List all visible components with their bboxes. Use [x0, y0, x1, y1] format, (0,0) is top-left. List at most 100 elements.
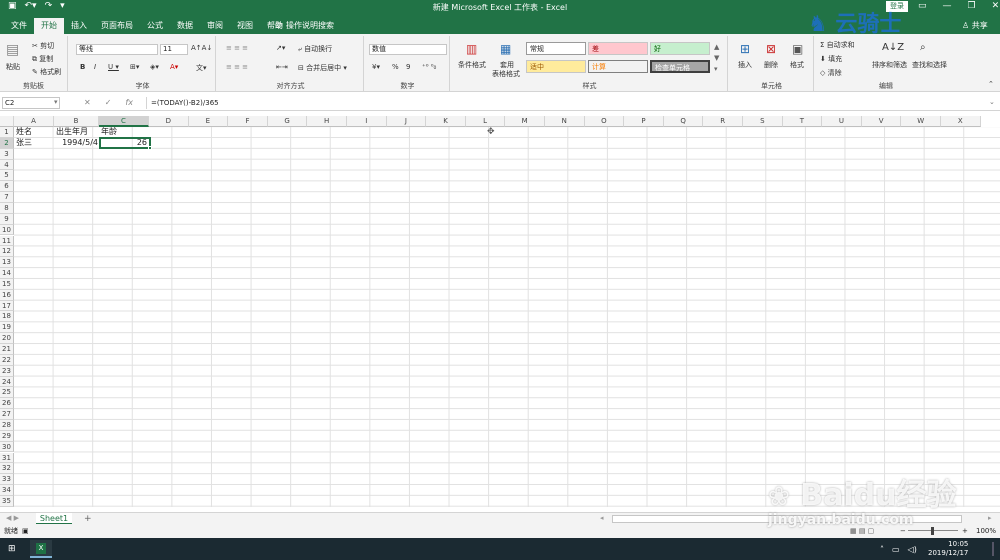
share-button[interactable]: ♙ 共享	[962, 20, 988, 31]
cancel-icon[interactable]: ✕	[84, 98, 91, 107]
row-header-11[interactable]: 11	[0, 235, 14, 247]
column-header-U[interactable]: U	[822, 116, 862, 127]
bold-button[interactable]: B	[80, 63, 85, 71]
format-cells-icon[interactable]: ▣	[792, 42, 803, 56]
align-top-icon[interactable]: ≡ ≡ ≡	[226, 44, 248, 52]
row-header-3[interactable]: 3	[0, 148, 14, 160]
cell-B1[interactable]: 出生年月	[56, 127, 100, 138]
row-header-19[interactable]: 19	[0, 322, 14, 334]
row-header-15[interactable]: 15	[0, 278, 14, 290]
conditional-format-button[interactable]: 条件格式	[458, 60, 486, 70]
zoom-level[interactable]: 100%	[976, 524, 996, 538]
show-desktop-button[interactable]	[992, 542, 994, 556]
copy-button[interactable]: ⧉ 复制	[32, 54, 53, 64]
column-header-S[interactable]: S	[743, 116, 783, 127]
row-header-17[interactable]: 17	[0, 300, 14, 312]
tab-home[interactable]: 开始	[34, 18, 64, 34]
fill-handle[interactable]	[148, 146, 152, 150]
row-header-6[interactable]: 6	[0, 181, 14, 193]
fill-button[interactable]: ⬇ 填充	[820, 54, 842, 64]
row-header-20[interactable]: 20	[0, 333, 14, 344]
row-header-9[interactable]: 9	[0, 213, 14, 225]
windows-start-icon[interactable]: ⊞	[8, 544, 16, 554]
column-header-W[interactable]: W	[901, 116, 941, 127]
column-header-V[interactable]: V	[861, 116, 902, 127]
column-header-G[interactable]: G	[267, 116, 308, 127]
styles-gallery-scroll-icon[interactable]: ▲ ▼ ▾	[714, 42, 719, 75]
format-painter-button[interactable]: ✎ 格式刷	[32, 67, 61, 77]
column-header-P[interactable]: P	[624, 116, 664, 127]
underline-button[interactable]: U ▾	[108, 63, 119, 71]
row-header-34[interactable]: 34	[0, 485, 14, 496]
tray-up-icon[interactable]: ˄	[880, 545, 884, 554]
column-header-A[interactable]: A	[14, 116, 54, 127]
font-grow-icon[interactable]: A↑A↓	[191, 44, 212, 52]
row-header-13[interactable]: 13	[0, 257, 14, 269]
clear-button[interactable]: ◇ 清除	[820, 68, 842, 78]
border-icon[interactable]: ⊞▾	[130, 63, 139, 71]
insert-cells-icon[interactable]: ⊞	[740, 42, 750, 56]
column-header-K[interactable]: K	[426, 116, 466, 127]
row-header-8[interactable]: 8	[0, 202, 14, 214]
tab-data[interactable]: 数据	[170, 18, 200, 34]
decimal-icon[interactable]: ⁺⁰ ⁰₀	[422, 63, 436, 71]
minimize-icon[interactable]: —	[943, 1, 952, 11]
column-header-X[interactable]: X	[941, 116, 981, 127]
row-header-32[interactable]: 32	[0, 463, 14, 475]
indent-icon[interactable]: ⇤⇥	[276, 63, 288, 71]
row-header-29[interactable]: 29	[0, 430, 14, 442]
volume-icon[interactable]: ◁)	[908, 545, 917, 554]
format-table-icon[interactable]: ▦	[500, 42, 511, 56]
close-icon[interactable]: ✕	[992, 1, 1000, 11]
column-header-C[interactable]: C	[99, 116, 149, 127]
cell-A2[interactable]: 张三	[16, 138, 54, 149]
zoom-in-icon[interactable]: +	[962, 524, 968, 538]
style-bad[interactable]: 差	[588, 42, 648, 55]
sheet-nav-icon[interactable]: ◀ ▶	[6, 514, 19, 522]
sort-filter-icon[interactable]: A↓Z	[882, 42, 904, 53]
row-header-4[interactable]: 4	[0, 159, 14, 171]
row-header-21[interactable]: 21	[0, 344, 14, 355]
insert-function-icon[interactable]: fx	[125, 98, 133, 107]
column-header-L[interactable]: L	[465, 116, 506, 127]
align-left-icon[interactable]: ≡ ≡ ≡	[226, 63, 248, 71]
format-table-line2[interactable]: 表格格式	[492, 69, 520, 79]
row-header-12[interactable]: 12	[0, 246, 14, 258]
style-neutral[interactable]: 适中	[526, 60, 586, 73]
tab-file[interactable]: 文件	[4, 18, 34, 34]
worksheet-grid[interactable]: ABCDEFGHIJKLMNOPQRSTUVWX 1 2 3 4 5 6 7 8 9 10 11 12…	[0, 116, 1000, 511]
row-header-27[interactable]: 27	[0, 409, 14, 420]
find-select-icon[interactable]: ⌕	[920, 42, 926, 53]
style-calculation[interactable]: 计算	[588, 60, 648, 73]
tab-formulas[interactable]: 公式	[140, 18, 170, 34]
cell-C2[interactable]: 26	[99, 137, 151, 149]
column-header-B[interactable]: B	[54, 116, 99, 127]
add-sheet-button[interactable]: +	[84, 514, 92, 524]
sort-filter-button[interactable]: 排序和筛选	[872, 60, 907, 70]
row-header-28[interactable]: 28	[0, 419, 14, 431]
tab-page-layout[interactable]: 页面布局	[94, 18, 140, 34]
style-normal[interactable]: 常规	[526, 42, 586, 55]
name-box-dropdown-icon[interactable]: ▾	[54, 98, 58, 106]
column-header-H[interactable]: H	[307, 116, 347, 127]
delete-cells-button[interactable]: 删除	[764, 60, 778, 70]
tell-me-search[interactable]: ◎ 操作说明搜索	[275, 20, 334, 31]
tab-review[interactable]: 审阅	[200, 18, 230, 34]
font-color-icon[interactable]: A▾	[170, 63, 178, 71]
column-header-I[interactable]: I	[347, 116, 387, 127]
insert-cells-button[interactable]: 插入	[738, 60, 752, 70]
merge-center-button[interactable]: ⊟ 合并后居中 ▾	[298, 63, 347, 73]
column-header-J[interactable]: J	[386, 116, 427, 127]
wrap-text-button[interactable]: ⤶ 自动换行	[298, 44, 332, 54]
row-header-33[interactable]: 33	[0, 474, 14, 486]
autosum-button[interactable]: Σ 自动求和	[820, 40, 855, 50]
formula-input[interactable]: =(TODAY()-B2)/365	[146, 97, 991, 109]
delete-cells-icon[interactable]: ⊠	[766, 42, 776, 56]
column-header-O[interactable]: O	[584, 116, 625, 127]
paste-icon[interactable]: ▤	[6, 42, 19, 58]
format-cells-button[interactable]: 格式	[790, 60, 804, 70]
row-header-35[interactable]: 35	[0, 495, 14, 507]
row-header-14[interactable]: 14	[0, 268, 14, 279]
number-format-select[interactable]: 数值	[369, 44, 447, 55]
row-header-16[interactable]: 16	[0, 289, 14, 301]
